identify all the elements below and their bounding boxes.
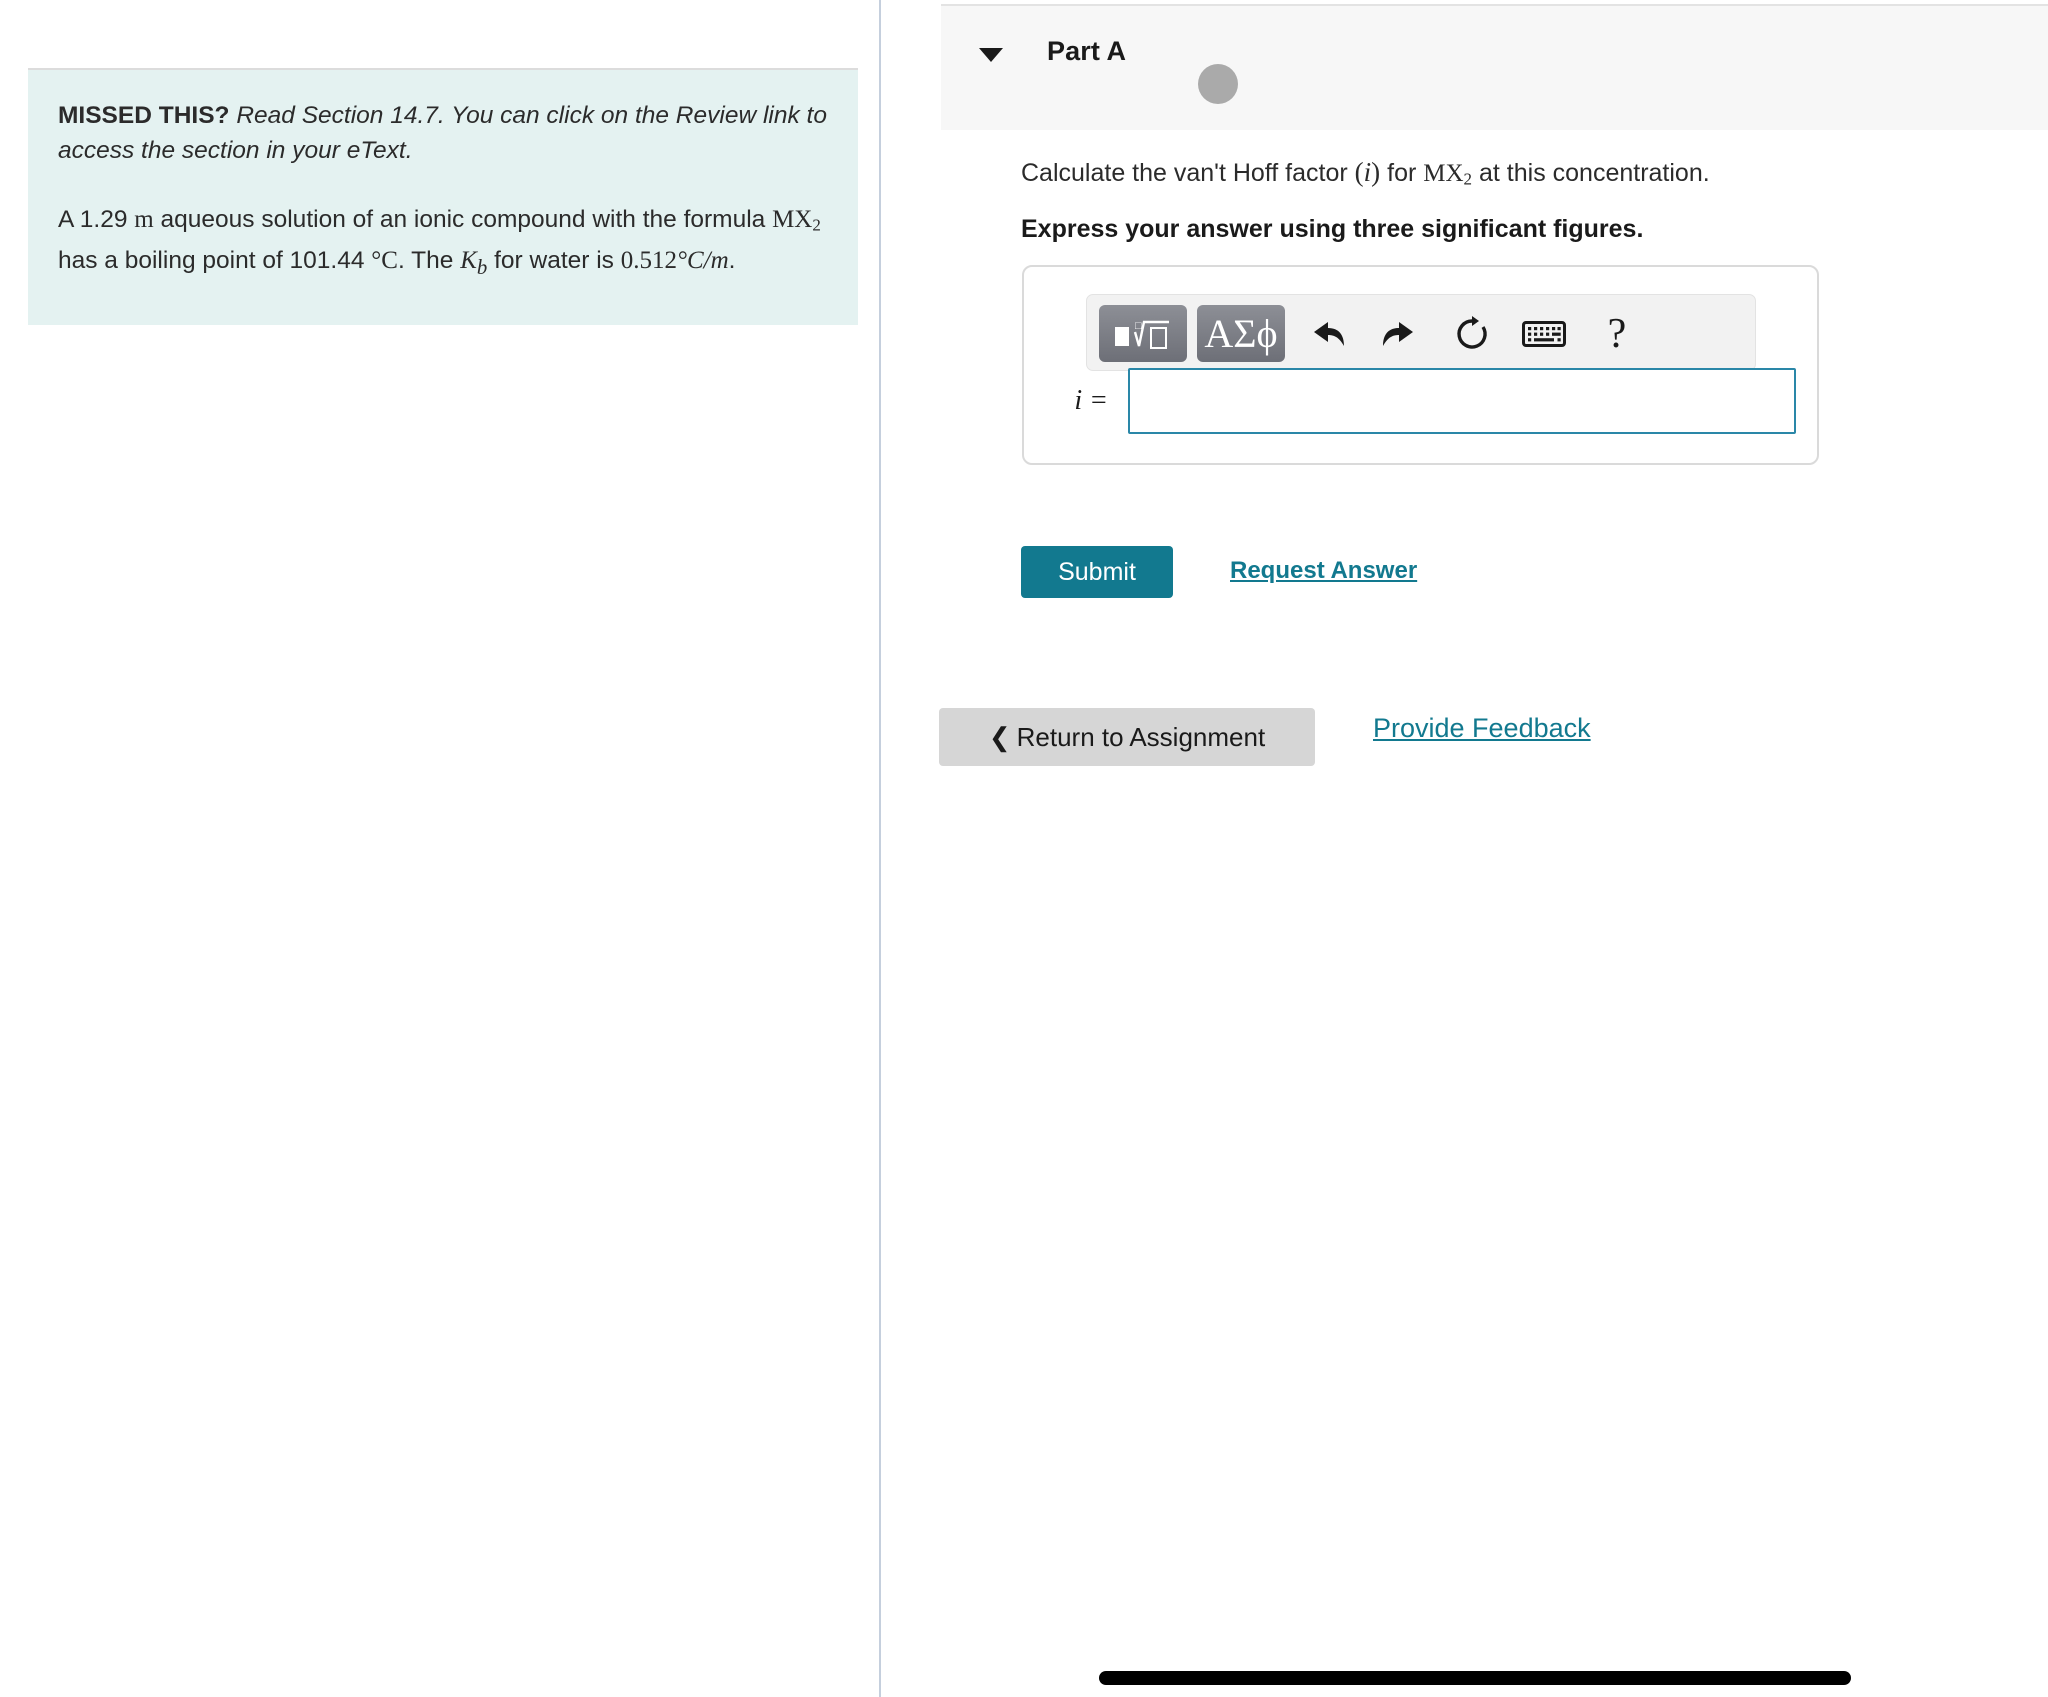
problem-text-2: aqueous solution of an ionic compound wi… [153, 206, 773, 233]
compound-formula: MX2 [772, 206, 821, 235]
i-symbol: i [1363, 157, 1372, 187]
svg-text:□: □ [1135, 320, 1142, 332]
question-formula-base: MX [1423, 160, 1464, 187]
problem-text-1: A 1.29 [58, 206, 135, 233]
problem-text-5: for water is [487, 246, 621, 274]
problem-statement-paragraph: A 1.29 m aqueous solution of an ionic co… [58, 202, 828, 285]
missed-this-hint-box: MISSED THIS? Read Section 14.7. You can … [28, 70, 858, 325]
question-prompt: Calculate the van't Hoff factor (i) for … [1021, 155, 1981, 197]
redo-arrow-icon[interactable] [1375, 309, 1425, 359]
greek-symbols-button[interactable]: ΑΣϕ [1197, 305, 1285, 362]
van-hoff-symbol: (i) [1354, 157, 1381, 187]
answer-variable-label: i = [1074, 385, 1108, 416]
undo-arrow-icon[interactable] [1302, 309, 1352, 359]
provide-feedback-link[interactable]: Provide Feedback [1373, 713, 1591, 744]
molality-unit: m [134, 206, 154, 233]
return-to-assignment-label: Return to Assignment [1016, 721, 1266, 752]
horizontal-scrollbar-track[interactable] [881, 1657, 2048, 1697]
missed-this-label: MISSED THIS? [58, 102, 230, 129]
question-text-before: Calculate the van't Hoff factor [1021, 159, 1355, 187]
problem-text-6: . [728, 246, 736, 274]
question-formula-subscript: 2 [1463, 169, 1473, 189]
right-panel: Part A Calculate the van't Hoff factor (… [881, 0, 2048, 1697]
part-title: Part A [1047, 36, 1127, 66]
question-text-middle: for [1380, 159, 1424, 187]
answer-entry-container: □ ΑΣϕ ? i = [1022, 265, 1819, 465]
problem-text-4: . The [397, 246, 461, 274]
math-template-glyph: □ [1115, 320, 1169, 349]
help-question-mark-icon[interactable]: ? [1592, 309, 1642, 359]
kb-symbol: Kb [460, 246, 487, 279]
greek-button-label: ΑΣϕ [1204, 310, 1278, 356]
submit-button[interactable]: Submit [1021, 546, 1173, 598]
request-answer-link[interactable]: Request Answer [1230, 557, 1417, 585]
chevron-down-icon[interactable] [979, 48, 1003, 62]
kb-value: 0.512 [620, 246, 677, 274]
return-to-assignment-button[interactable]: ❮ Return to Assignment [939, 708, 1315, 766]
math-template-icon[interactable]: □ [1099, 305, 1187, 362]
kb-base: K [460, 246, 477, 274]
degrees-celsius-unit: °C [371, 246, 398, 274]
status-dot-icon [1198, 64, 1238, 104]
math-toolbar: □ ΑΣϕ ? [1086, 294, 1756, 371]
formula-subscript: 2 [812, 215, 821, 235]
chevron-left-icon: ❮ [988, 722, 1011, 752]
horizontal-scrollbar-thumb[interactable] [1099, 1671, 1851, 1685]
question-text-end: at this concentration. [1472, 159, 1710, 187]
answer-input[interactable] [1128, 368, 1796, 434]
hint-lead-paragraph: MISSED THIS? Read Section 14.7. You can … [58, 98, 828, 168]
kb-subscript: b [476, 254, 488, 279]
reset-circular-arrow-icon[interactable] [1447, 309, 1497, 359]
formula-base: MX [772, 206, 813, 233]
problem-text-3: has a boiling point of 101.44 [58, 246, 372, 274]
keyboard-icon[interactable] [1519, 309, 1569, 359]
left-panel: MISSED THIS? Read Section 14.7. You can … [0, 0, 880, 1697]
significant-figures-instruction: Express your answer using three signific… [1021, 215, 1644, 243]
question-formula: MX2 [1423, 160, 1473, 189]
part-a-header[interactable]: Part A [941, 4, 2048, 130]
kb-units: °C/m [676, 246, 729, 274]
